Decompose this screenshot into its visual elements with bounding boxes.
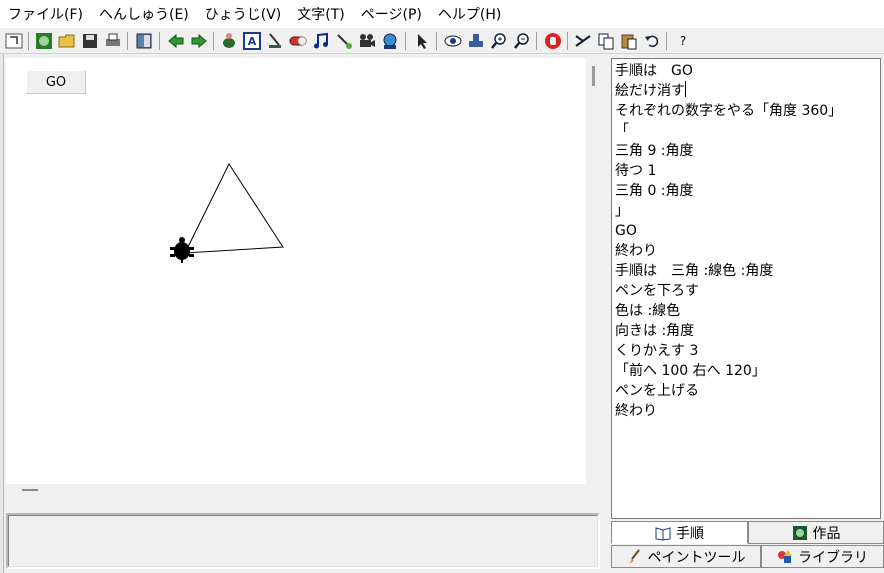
svg-text:A: A <box>248 35 257 48</box>
vertical-splitter-handle[interactable] <box>592 66 595 86</box>
toolbar: A ? <box>0 28 884 54</box>
code-line: ペンを上げる <box>615 383 699 399</box>
help-icon[interactable]: ? <box>673 31 693 51</box>
code-line: 「 <box>615 123 629 139</box>
eye-icon[interactable] <box>443 31 463 51</box>
cut-icon[interactable] <box>573 31 593 51</box>
message-box-inner <box>8 515 598 567</box>
code-line: 終わり <box>615 243 657 259</box>
code-line: 終わり <box>615 403 657 419</box>
movie-camera-icon[interactable] <box>357 31 377 51</box>
works-icon <box>792 525 808 541</box>
pen-stand-icon[interactable] <box>265 31 285 51</box>
tab-procedure[interactable]: 手順 <box>611 521 748 544</box>
capsule-icon[interactable] <box>288 31 308 51</box>
tab-library-label: ライブラリ <box>798 549 868 566</box>
zoom-in-icon[interactable] <box>489 31 509 51</box>
menu-view[interactable]: ひょうじ(V) <box>197 4 290 24</box>
paint-brush-icon <box>627 548 643 565</box>
copy-icon[interactable] <box>596 31 616 51</box>
stop-hand-icon[interactable] <box>543 31 563 51</box>
zoom-out-icon[interactable] <box>512 31 532 51</box>
code-line: 手順は 三角 :線色 :角度 <box>615 263 774 279</box>
menu-bar: ファイル(F) へんしゅう(E) ひょうじ(V) 文字(T) ページ(P) ヘル… <box>0 0 884 28</box>
toolbar-separator <box>159 32 160 50</box>
menu-page[interactable]: ページ(P) <box>353 4 430 24</box>
drawing-canvas[interactable]: GO <box>6 58 586 484</box>
code-line: 」 <box>615 203 629 219</box>
music-note-icon[interactable] <box>311 31 331 51</box>
code-line: GO <box>615 223 637 239</box>
code-line: 手順は GO <box>615 63 693 79</box>
tab-procedure-label: 手順 <box>676 525 704 542</box>
procedure-editor[interactable]: 手順は GO 絵だけ消す それぞれの数字をやる「角度 360」 「 三角 9 :… <box>611 58 881 519</box>
toolbar-separator <box>405 32 406 50</box>
toolbar-separator <box>28 32 29 50</box>
tab-paint-tool[interactable]: ペイントツール <box>611 545 761 568</box>
arrow-right-icon[interactable] <box>189 31 209 51</box>
toolbar-separator <box>213 32 214 50</box>
book-icon <box>655 525 671 541</box>
toolbar-separator <box>436 32 437 50</box>
globe-new-icon[interactable] <box>34 31 54 51</box>
code-line: 「前へ 100 右へ 120」 <box>615 363 766 379</box>
code-line: くりかえす 3 <box>615 343 699 359</box>
network-globe-icon[interactable] <box>380 31 400 51</box>
tab-works[interactable]: 作品 <box>748 521 884 544</box>
left-window-edge <box>0 54 4 573</box>
turtle-sprite <box>170 237 194 263</box>
select-arrow-icon[interactable] <box>412 31 432 51</box>
tab-library[interactable]: ライブラリ <box>761 545 884 568</box>
print-icon[interactable] <box>103 31 123 51</box>
shapes-icon <box>777 549 793 565</box>
code-line: 絵だけ消す <box>615 81 880 101</box>
menu-edit[interactable]: へんしゅう(E) <box>91 4 197 24</box>
code-line: 向きは :角度 <box>615 323 695 339</box>
toolbar-separator <box>127 32 128 50</box>
menu-help[interactable]: ヘルプ(H) <box>430 4 509 24</box>
canvas-drawing <box>170 162 284 263</box>
toolbar-separator <box>567 32 568 50</box>
turtle-icon[interactable] <box>219 31 239 51</box>
open-folder-icon[interactable] <box>57 31 77 51</box>
horizontal-splitter-handle[interactable] <box>22 489 38 491</box>
code-line: 待つ 1 <box>615 163 657 179</box>
undo-icon[interactable] <box>642 31 662 51</box>
paste-icon[interactable] <box>619 31 639 51</box>
pointer-mode-icon[interactable] <box>4 31 24 51</box>
panel-tabs: 手順 作品 ペイントツール ライブラリ <box>611 521 884 573</box>
text-caret <box>685 81 686 97</box>
code-line-text: 絵だけ消す <box>615 83 685 99</box>
brush-icon[interactable] <box>334 31 354 51</box>
code-line: 三角 9 :角度 <box>615 143 694 159</box>
toolbar-separator <box>666 32 667 50</box>
triangle-drawing <box>184 162 284 254</box>
code-line: 三角 0 :角度 <box>615 183 694 199</box>
code-line: ペンを下ろす <box>615 283 699 299</box>
tab-paint-tool-label: ペイントツール <box>647 549 746 566</box>
save-icon[interactable] <box>80 31 100 51</box>
tab-works-label: 作品 <box>812 525 841 542</box>
page-list-icon[interactable] <box>134 31 154 51</box>
code-line: 色は :線色 <box>615 303 681 319</box>
message-box[interactable] <box>6 513 600 569</box>
code-line: それぞれの数字をやる「角度 360」 <box>615 103 843 119</box>
stamp-icon[interactable] <box>466 31 486 51</box>
text-box-icon[interactable]: A <box>242 31 262 51</box>
toolbar-separator <box>536 32 537 50</box>
arrow-left-icon[interactable] <box>166 31 186 51</box>
menu-text[interactable]: 文字(T) <box>289 4 352 24</box>
menu-file[interactable]: ファイル(F) <box>0 4 91 24</box>
